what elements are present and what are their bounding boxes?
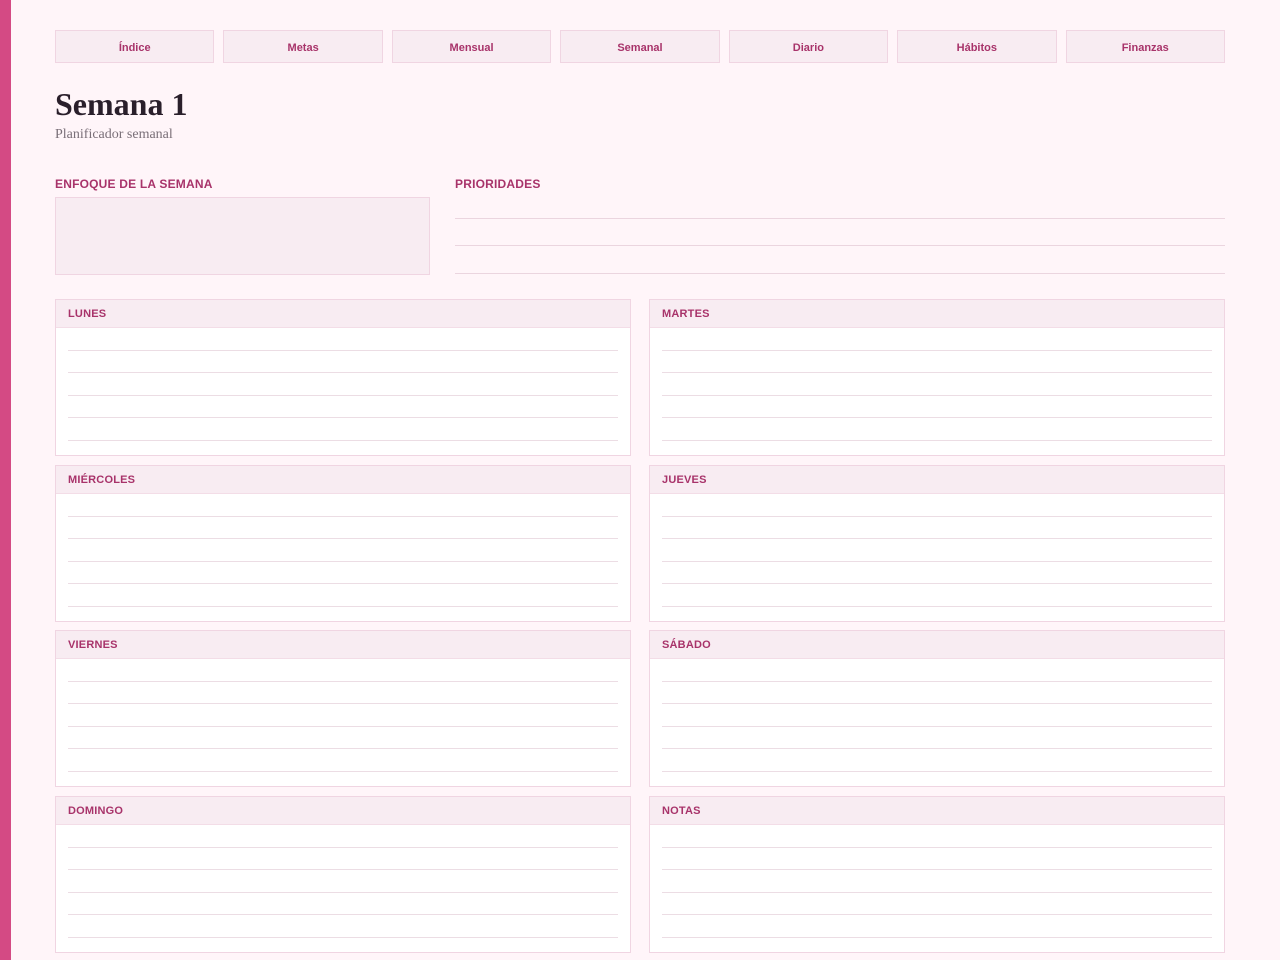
writing-line[interactable]	[662, 440, 1212, 441]
day-title: JUEVES	[650, 466, 1224, 494]
writing-line[interactable]	[68, 726, 618, 727]
writing-line[interactable]	[662, 516, 1212, 517]
writing-line[interactable]	[68, 583, 618, 584]
priority-line-1[interactable]	[455, 218, 1225, 219]
nav-tab-metas[interactable]: Metas	[223, 30, 383, 63]
writing-line[interactable]	[662, 937, 1212, 938]
day-card-jueves: JUEVES	[649, 465, 1225, 622]
writing-line[interactable]	[68, 703, 618, 704]
day-title: LUNES	[56, 300, 630, 328]
nav-tab-diario[interactable]: Diario	[728, 30, 889, 63]
section-nav: Índice Metas Mensual Semanal Diario Hábi…	[55, 30, 1225, 63]
day-card-lunes: LUNES	[55, 299, 631, 456]
writing-line[interactable]	[662, 395, 1212, 396]
writing-line[interactable]	[662, 538, 1212, 539]
page-subtitle: Planificador semanal	[55, 127, 173, 142]
day-card-sabado: SÁBADO	[649, 630, 1225, 787]
writing-line[interactable]	[662, 350, 1212, 351]
writing-line[interactable]	[68, 869, 618, 870]
priority-line-2[interactable]	[455, 245, 1225, 246]
writing-line[interactable]	[662, 869, 1212, 870]
writing-line[interactable]	[662, 748, 1212, 749]
focus-input-area[interactable]	[55, 197, 430, 275]
nav-tab-finanzas[interactable]: Finanzas	[1065, 30, 1225, 63]
day-title: DOMINGO	[56, 797, 630, 825]
nav-tab-semanal[interactable]: Semanal	[560, 30, 720, 63]
writing-line[interactable]	[68, 914, 618, 915]
day-title: SÁBADO	[650, 631, 1224, 659]
nav-tab-mensual[interactable]: Mensual	[391, 30, 552, 63]
writing-line[interactable]	[662, 847, 1212, 848]
day-title: MIÉRCOLES	[56, 466, 630, 494]
writing-line[interactable]	[68, 440, 618, 441]
writing-line[interactable]	[68, 516, 618, 517]
notes-card: NOTAS	[649, 796, 1225, 953]
writing-line[interactable]	[68, 538, 618, 539]
notes-title: NOTAS	[650, 797, 1224, 825]
day-card-martes: MARTES	[649, 299, 1225, 456]
writing-line[interactable]	[68, 606, 618, 607]
writing-line[interactable]	[662, 771, 1212, 772]
priorities-label: PRIORIDADES	[455, 177, 541, 191]
writing-line[interactable]	[68, 892, 618, 893]
writing-line[interactable]	[662, 703, 1212, 704]
writing-line[interactable]	[68, 561, 618, 562]
day-title: VIERNES	[56, 631, 630, 659]
writing-line[interactable]	[68, 395, 618, 396]
nav-tab-indice[interactable]: Índice	[55, 30, 215, 63]
writing-line[interactable]	[662, 681, 1212, 682]
writing-line[interactable]	[662, 417, 1212, 418]
day-card-miercoles: MIÉRCOLES	[55, 465, 631, 622]
focus-label: ENFOQUE DE LA SEMANA	[55, 177, 213, 191]
writing-line[interactable]	[68, 748, 618, 749]
writing-line[interactable]	[662, 892, 1212, 893]
day-card-viernes: VIERNES	[55, 630, 631, 787]
writing-line[interactable]	[662, 606, 1212, 607]
writing-line[interactable]	[68, 417, 618, 418]
writing-line[interactable]	[662, 583, 1212, 584]
writing-line[interactable]	[68, 372, 618, 373]
writing-line[interactable]	[662, 561, 1212, 562]
writing-line[interactable]	[662, 726, 1212, 727]
nav-tab-habitos[interactable]: Hábitos	[897, 30, 1057, 63]
writing-line[interactable]	[68, 847, 618, 848]
page-title: Semana 1	[55, 86, 188, 122]
writing-line[interactable]	[68, 350, 618, 351]
writing-line[interactable]	[68, 937, 618, 938]
priority-line-3[interactable]	[455, 273, 1225, 274]
planner-spine	[0, 0, 11, 960]
day-title: MARTES	[650, 300, 1224, 328]
writing-line[interactable]	[662, 372, 1212, 373]
writing-line[interactable]	[662, 914, 1212, 915]
writing-line[interactable]	[68, 681, 618, 682]
writing-line[interactable]	[68, 771, 618, 772]
day-card-domingo: DOMINGO	[55, 796, 631, 953]
